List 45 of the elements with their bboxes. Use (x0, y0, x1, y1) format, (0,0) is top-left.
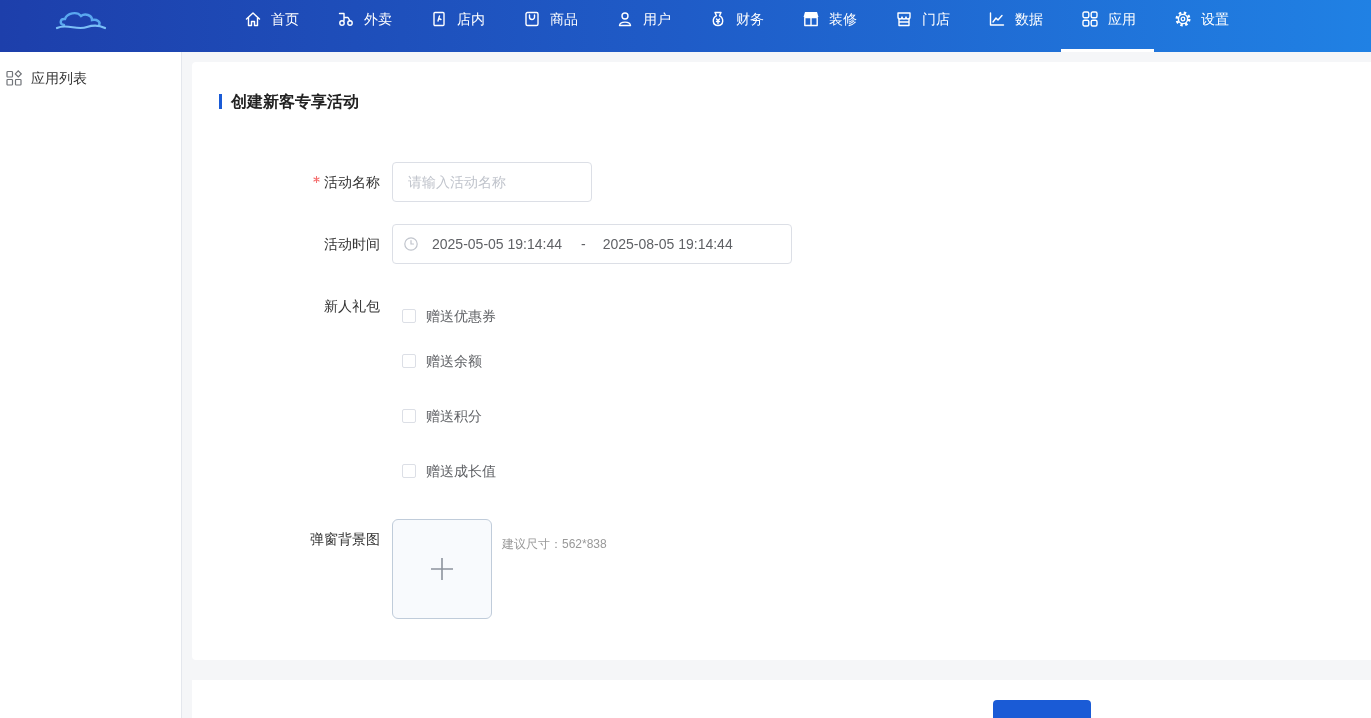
field-label: 活动时间 (324, 234, 380, 254)
name-input[interactable]: 请输入活动名称 (392, 162, 592, 202)
nav-tab[interactable]: 首页 (224, 0, 317, 52)
sidebar-item[interactable]: 应用列表 (6, 68, 181, 88)
grid-icon (1082, 11, 1098, 27)
plus-icon (431, 558, 453, 580)
checkbox-label[interactable]: 赠送积分 (426, 405, 482, 427)
field-label: 弹窗背景图 (310, 529, 380, 549)
checkbox-label[interactable]: 赠送成长值 (426, 460, 496, 482)
checkbox-label[interactable]: 赠送余额 (426, 350, 482, 372)
field-label: 新人礼包 (324, 296, 380, 316)
nav-tab[interactable]: 外卖 (317, 0, 410, 52)
checkbox-label[interactable]: 赠送优惠券 (426, 305, 496, 327)
nav-tab[interactable]: 商品 (503, 0, 596, 52)
nav-tab[interactable]: 装修 (782, 0, 875, 52)
nav-tab[interactable]: 店内 (410, 0, 503, 52)
nav-tab[interactable]: 门店 (875, 0, 968, 52)
size-hint: 建议尺寸：562*838 (502, 536, 607, 552)
scooter-icon (338, 11, 354, 27)
apps-icon (6, 70, 22, 86)
title-accent-bar (219, 94, 222, 109)
checkbox[interactable] (402, 464, 416, 478)
field-label: 活动名称 (324, 172, 380, 192)
money-bag-icon (710, 11, 726, 27)
date-range-field[interactable]: 2025-05-05 19:14:44 - 2025-08-05 19:14:44 (392, 224, 792, 264)
clock-icon (404, 237, 418, 251)
page-title: 创建新客专享活动 (231, 94, 359, 109)
nav-tab[interactable]: 设置 (1154, 0, 1247, 52)
settings-icon (1175, 11, 1191, 27)
nav-tab[interactable]: 财务 (689, 0, 782, 52)
line-chart-icon (989, 11, 1005, 27)
home-icon (245, 11, 261, 27)
image-upload-field[interactable] (392, 519, 492, 619)
nav-tab[interactable]: 数据 (968, 0, 1061, 52)
storefront-icon (803, 11, 819, 27)
shopping-bag-icon (524, 11, 540, 27)
user-icon (617, 11, 633, 27)
nav-tab[interactable]: 用户 (596, 0, 689, 52)
shop-icon (896, 11, 912, 27)
nav-tab[interactable]: 应用 (1061, 0, 1154, 52)
checkbox[interactable] (402, 309, 416, 323)
door-icon (431, 11, 447, 27)
create-button[interactable] (993, 700, 1091, 718)
checkbox[interactable] (402, 354, 416, 368)
checkbox[interactable] (402, 409, 416, 423)
